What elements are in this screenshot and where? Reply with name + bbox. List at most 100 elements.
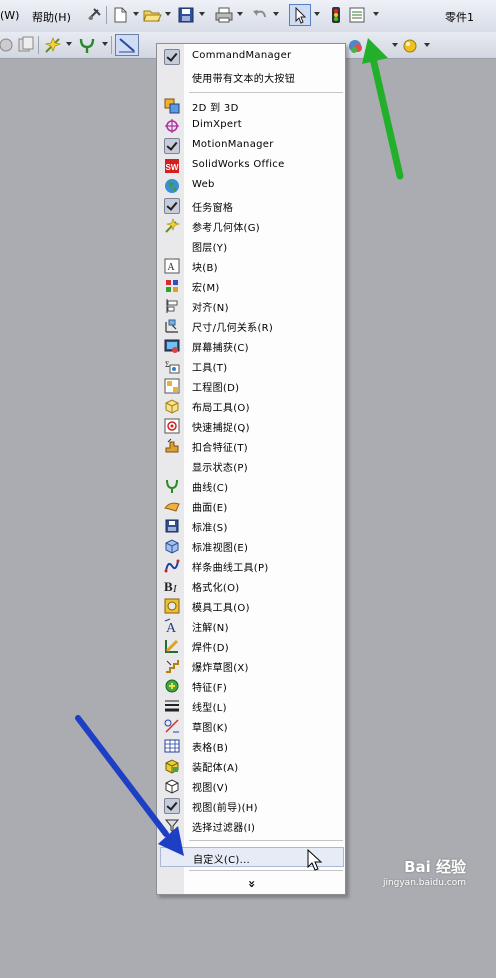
menu-item[interactable]: Σ 工具(T) [158, 356, 344, 376]
select-dropdown-icon[interactable] [314, 12, 320, 16]
menu-item[interactable]: 图层(Y) [158, 236, 344, 256]
drawing-icon [164, 378, 180, 394]
menu-item[interactable]: 尺寸/几何关系(R) [158, 316, 344, 336]
menu-item[interactable]: 爆炸草图(X) [158, 656, 344, 676]
mouse-cursor-icon [307, 848, 323, 871]
dimension-icon [164, 318, 180, 334]
align-icon [164, 298, 180, 314]
features-icon [164, 678, 180, 694]
new-document-icon[interactable] [110, 5, 130, 25]
svg-text:B: B [164, 579, 173, 594]
menu-item[interactable]: B I 格式化(O) [158, 576, 344, 596]
undo-icon[interactable] [250, 5, 270, 25]
globe-icon [164, 178, 180, 194]
menu-item[interactable]: DimXpert [158, 116, 344, 136]
help-menu[interactable]: 帮助(H) [32, 9, 71, 25]
realview-dropdown-icon[interactable] [424, 43, 430, 47]
menu-item-large-buttons-with-text[interactable]: 使用带有文本的大按钮 [158, 67, 344, 87]
menu-item-label: 模具工具(O) [192, 603, 250, 614]
menu-item[interactable]: 标准(S) [158, 516, 344, 536]
reference-geometry-dropdown-icon[interactable] [66, 42, 72, 46]
menu-item-label: 布局工具(O) [192, 403, 250, 414]
sketch-toolbar-icon[interactable] [115, 34, 139, 56]
blue-annotation-arrow [75, 715, 184, 856]
menu-item[interactable]: 参考几何体(G) [158, 216, 344, 236]
menu-item-label: 工具(T) [192, 363, 228, 374]
standard-icon [164, 518, 180, 534]
tools-icon: Σ [164, 358, 180, 374]
pin-icon[interactable] [84, 5, 104, 25]
curves-toolbar-icon[interactable] [77, 35, 97, 55]
menu-item-label: 使用带有文本的大按钮 [192, 74, 295, 85]
menu-item-label: CommandManager [192, 50, 292, 61]
menu-item-label: 2D 到 3D [192, 103, 239, 114]
open-folder-icon[interactable] [142, 5, 162, 25]
menu-item[interactable]: 快速捕捉(Q) [158, 416, 344, 436]
expand-menu-chevron-icon[interactable]: » [245, 790, 259, 978]
toolbar-separator [106, 6, 107, 24]
menu-item-label: 曲面(E) [192, 503, 228, 514]
menu-item[interactable]: 显示状态(P) [158, 456, 344, 476]
menu-item-label: 装配体(A) [192, 763, 239, 774]
svg-text:SW: SW [166, 163, 179, 172]
select-pointer-icon[interactable] [289, 4, 311, 26]
menu-item-label: 块(B) [192, 263, 218, 274]
menu-item[interactable]: 焊件(D) [158, 636, 344, 656]
options-dropdown-icon[interactable] [373, 12, 379, 16]
menu-item[interactable]: 扣合特征(T) [158, 436, 344, 456]
menu-item-label: 视图(V) [192, 783, 229, 794]
menu-item[interactable]: 工程图(D) [158, 376, 344, 396]
menu-separator [189, 840, 343, 841]
menu-item[interactable]: 宏(M) [158, 276, 344, 296]
checkmark-icon [164, 198, 180, 214]
menu-item[interactable]: 样条曲线工具(P) [158, 556, 344, 576]
menu-item-label: 尺寸/几何关系(R) [192, 323, 274, 334]
save-dropdown-icon[interactable] [199, 12, 205, 16]
toolbar-copy-icon[interactable] [16, 35, 36, 55]
partial-toolbar-icon[interactable] [0, 35, 16, 55]
reference-geometry-toolbar-icon[interactable] [43, 35, 63, 55]
save-icon[interactable] [176, 5, 196, 25]
menu-item[interactable]: 任务窗格 [158, 196, 344, 216]
menu-item-label: Web [192, 179, 215, 190]
menu-item-label: 曲线(C) [192, 483, 229, 494]
quick-snap-icon [164, 418, 180, 434]
print-dropdown-icon[interactable] [237, 12, 243, 16]
menu-item[interactable]: 特征(F) [158, 676, 344, 696]
layout-tools-icon [164, 398, 180, 414]
menu-item[interactable]: 2D 到 3D [158, 96, 344, 116]
toolbar-separator [111, 36, 112, 54]
menu-item[interactable]: 标准视图(E) [158, 536, 344, 556]
menu-item-label: 参考几何体(G) [192, 223, 260, 234]
menu-item[interactable]: 曲线(C) [158, 476, 344, 496]
menu-item-label: 特征(F) [192, 683, 228, 694]
menu-item[interactable]: A 块(B) [158, 256, 344, 276]
menu-item[interactable]: 布局工具(O) [158, 396, 344, 416]
options-icon[interactable] [347, 5, 367, 25]
menu-item-label: 焊件(D) [192, 643, 230, 654]
curves-dropdown-icon[interactable] [102, 42, 108, 46]
baidu-watermark-logo: Bai 经验 [404, 858, 466, 876]
menu-item-commandmanager[interactable]: CommandManager [158, 47, 344, 67]
menu-item[interactable]: SW SolidWorks Office [158, 156, 344, 176]
menu-item-label: 表格(B) [192, 743, 229, 754]
menu-separator [189, 92, 343, 93]
print-icon[interactable] [214, 5, 234, 25]
menu-item[interactable]: MotionManager [158, 136, 344, 156]
new-dropdown-icon[interactable] [133, 12, 139, 16]
menubar: (W) 帮助(H) 零件1 [0, 0, 496, 33]
menu-item[interactable]: Web [158, 176, 344, 196]
menu-item[interactable]: A 注解(N) [158, 616, 344, 636]
menu-item[interactable]: 模具工具(O) [158, 596, 344, 616]
menu-item-label: 扣合特征(T) [192, 443, 249, 454]
window-menu-fragment[interactable]: (W) [0, 9, 19, 22]
undo-dropdown-icon[interactable] [273, 12, 279, 16]
2d-to-3d-icon [164, 98, 180, 114]
menu-item-label: 样条曲线工具(P) [192, 563, 269, 574]
menu-item[interactable]: 对齐(N) [158, 296, 344, 316]
green-annotation-arrow [362, 38, 404, 180]
open-dropdown-icon[interactable] [165, 12, 171, 16]
menu-item[interactable]: 屏幕捕获(C) [158, 336, 344, 356]
menu-item[interactable]: 曲面(E) [158, 496, 344, 516]
rebuild-traffic-light-icon[interactable] [326, 5, 346, 25]
